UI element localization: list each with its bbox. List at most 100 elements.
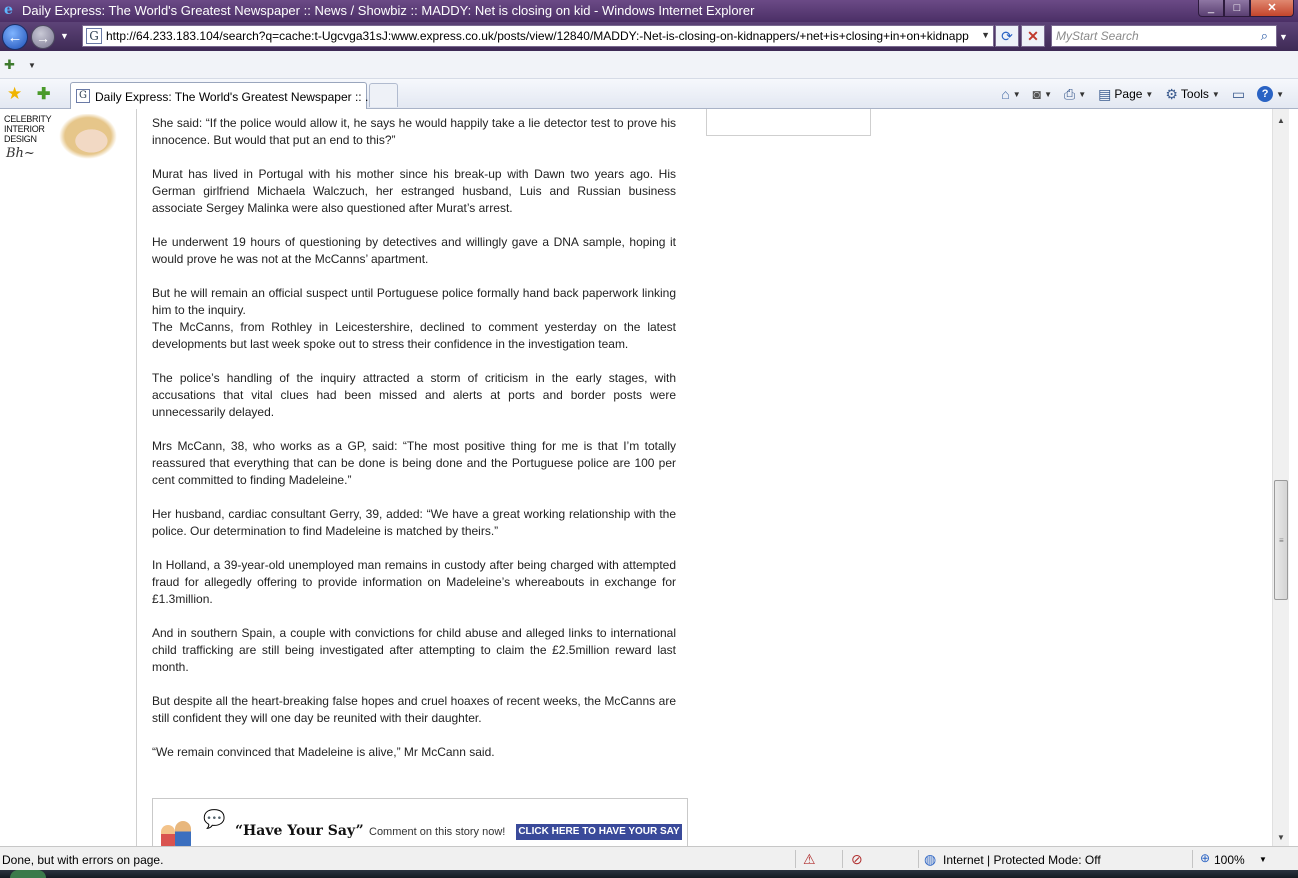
- status-text[interactable]: Done, but with errors on page.: [2, 853, 163, 867]
- navigation-bar: ← → ▼ G http://64.233.183.104/search?q=c…: [0, 22, 1298, 51]
- tab-bar: ★ ✚ G Daily Express: The World's Greates…: [0, 79, 1298, 109]
- ad-text: CELEBRITY INTERIOR DESIGN: [4, 114, 52, 144]
- new-tab-button[interactable]: [369, 83, 398, 107]
- ie-logo-icon: e: [4, 2, 13, 18]
- url-text[interactable]: http://64.233.183.104/search?q=cache:t-U…: [106, 29, 976, 43]
- home-button[interactable]: ⌂ ▼: [997, 86, 1024, 102]
- article-paragraph: Mrs McCann, 38, who works as a GP, said:…: [152, 439, 676, 487]
- right-column-box: [706, 109, 871, 136]
- search-icon[interactable]: ⌕: [1261, 28, 1268, 44]
- scroll-thumb[interactable]: ≡: [1274, 480, 1288, 600]
- left-column: CELEBRITY INTERIOR DESIGN Bh~: [0, 109, 137, 846]
- tab-favicon-icon: G: [76, 89, 90, 103]
- article-paragraph: The McCanns, from Rothley in Leicestersh…: [152, 320, 676, 351]
- vertical-scrollbar[interactable]: ▲ ≡ ▼: [1272, 109, 1289, 846]
- tools-menu[interactable]: ⚙ Tools ▼: [1161, 86, 1224, 103]
- tools-dropdown-icon: ▼: [1211, 89, 1220, 99]
- home-dropdown-icon[interactable]: ▼: [1013, 90, 1021, 99]
- window-title: Daily Express: The World's Greatest News…: [22, 3, 755, 18]
- gear-icon: ⚙: [1165, 85, 1178, 102]
- zoom-icon: ⊕: [1200, 851, 1211, 865]
- window-edge: [1289, 109, 1298, 846]
- article-paragraph: The police’s handling of the inquiry att…: [152, 371, 676, 419]
- article-paragraph: But despite all the heart-breaking false…: [152, 694, 676, 725]
- ad-text-line: DESIGN: [4, 134, 37, 144]
- home-icon: ⌂: [1001, 86, 1010, 102]
- web-slice-dropdown-icon[interactable]: ▼: [28, 61, 36, 70]
- help-icon: ?: [1257, 86, 1274, 102]
- celebrity-design-ad[interactable]: CELEBRITY INTERIOR DESIGN Bh~: [2, 114, 122, 163]
- article-paragraph: But he will remain an official suspect u…: [152, 286, 676, 317]
- search-options-dropdown-icon[interactable]: ▼: [1279, 32, 1288, 42]
- page-menu-label: Page: [1114, 87, 1143, 101]
- search-box[interactable]: ⌕: [1051, 25, 1277, 47]
- article-paragraph: “We remain convinced that Madeleine is a…: [152, 745, 495, 759]
- person-icon: [161, 825, 175, 846]
- command-bar: ⌂ ▼ ◙ ▼ ⎙ ▼ ▤ Page ▼ ⚙ Tools ▼ ▭ ? ▼: [997, 84, 1288, 104]
- privacy-report-icon[interactable]: ⊘: [851, 851, 863, 868]
- status-bar: Done, but with errors on page. ⚠ ⊘ ◍ Int…: [0, 846, 1298, 870]
- tools-menu-label: Tools: [1180, 87, 1209, 101]
- status-divider: [1192, 850, 1193, 868]
- article-paragraph: Her husband, cardiac consultant Gerry, 3…: [152, 507, 676, 538]
- tab-label: Daily Express: The World's Greatest News…: [95, 90, 375, 104]
- have-your-say-title: “Have Your Say”: [235, 823, 364, 839]
- address-bar[interactable]: G http://64.233.183.104/search?q=cache:t…: [82, 25, 994, 47]
- article-paragraph: He underwent 19 hours of questioning by …: [152, 235, 676, 266]
- address-dropdown-icon[interactable]: ▼: [981, 30, 990, 40]
- recent-pages-dropdown-icon[interactable]: ▼: [60, 31, 69, 41]
- title-bar: e Daily Express: The World's Greatest Ne…: [0, 0, 1298, 22]
- scroll-up-icon[interactable]: ▲: [1273, 113, 1289, 129]
- article-paragraph: And in southern Spain, a couple with con…: [152, 626, 676, 674]
- page-icon: ▤: [1098, 85, 1112, 102]
- web-slice-icon[interactable]: ✚: [4, 57, 15, 73]
- start-button[interactable]: [10, 870, 46, 878]
- article-body: She said: “If the police would allow it,…: [152, 115, 676, 778]
- print-button[interactable]: ⎙ ▼: [1060, 86, 1090, 103]
- ad-portrait-image: [54, 114, 122, 163]
- status-divider: [918, 850, 919, 868]
- help-dropdown-icon: ▼: [1276, 89, 1284, 99]
- site-favicon-icon: G: [86, 28, 102, 44]
- feeds-dropdown-icon[interactable]: ▼: [1044, 90, 1052, 99]
- page-error-icon[interactable]: ⚠: [803, 851, 816, 868]
- ad-text-line: CELEBRITY: [4, 114, 52, 124]
- article-paragraph: Murat has lived in Portugal with his mot…: [152, 167, 676, 215]
- zoom-level[interactable]: 100%: [1214, 853, 1245, 867]
- window-controls: _ □ ✕: [1198, 0, 1294, 18]
- search-input[interactable]: [1056, 28, 1246, 44]
- printer-icon: ⎙: [1064, 85, 1076, 102]
- people-icon: [161, 817, 201, 846]
- tab-daily-express[interactable]: G Daily Express: The World's Greatest Ne…: [70, 82, 375, 109]
- zoom-dropdown-icon[interactable]: ▼: [1259, 855, 1267, 864]
- forward-button[interactable]: →: [31, 25, 55, 49]
- page-dropdown-icon: ▼: [1145, 89, 1154, 99]
- minimize-button[interactable]: _: [1198, 0, 1224, 17]
- status-divider: [842, 850, 843, 868]
- favorites-star-icon[interactable]: ★: [7, 84, 22, 104]
- print-dropdown-icon[interactable]: ▼: [1078, 90, 1086, 99]
- article-paragraph: In Holland, a 39-year-old unemployed man…: [152, 558, 676, 606]
- security-zone-label[interactable]: Internet | Protected Mode: Off: [943, 853, 1101, 867]
- research-button[interactable]: ▭: [1228, 86, 1249, 103]
- page-menu[interactable]: ▤ Page ▼: [1094, 86, 1157, 103]
- rss-feed-icon: ◙: [1032, 86, 1042, 102]
- stop-button[interactable]: ✕: [1021, 25, 1045, 47]
- person-icon: [175, 821, 191, 846]
- close-button[interactable]: ✕: [1250, 0, 1294, 17]
- research-icon: ▭: [1231, 85, 1246, 102]
- help-menu[interactable]: ? ▼: [1253, 86, 1288, 102]
- command-row: ✚ ▼: [0, 51, 1298, 79]
- back-button[interactable]: ←: [2, 24, 28, 50]
- speech-bubble-icon: 💬: [203, 809, 226, 829]
- have-your-say-subtitle: Comment on this story now!: [369, 826, 506, 838]
- page-content: CELEBRITY INTERIOR DESIGN Bh~ She said: …: [0, 109, 1272, 846]
- feeds-button[interactable]: ◙ ▼: [1029, 86, 1056, 102]
- add-favorites-icon[interactable]: ✚: [37, 84, 50, 104]
- taskbar: [0, 870, 1298, 878]
- scroll-down-icon[interactable]: ▼: [1273, 830, 1289, 846]
- refresh-button[interactable]: ⟳: [995, 25, 1019, 47]
- maximize-button[interactable]: □: [1224, 0, 1250, 17]
- have-your-say-banner: 💬 “Have Your Say” Comment on this story …: [152, 798, 688, 846]
- have-your-say-button[interactable]: CLICK HERE TO HAVE YOUR SAY: [516, 824, 682, 840]
